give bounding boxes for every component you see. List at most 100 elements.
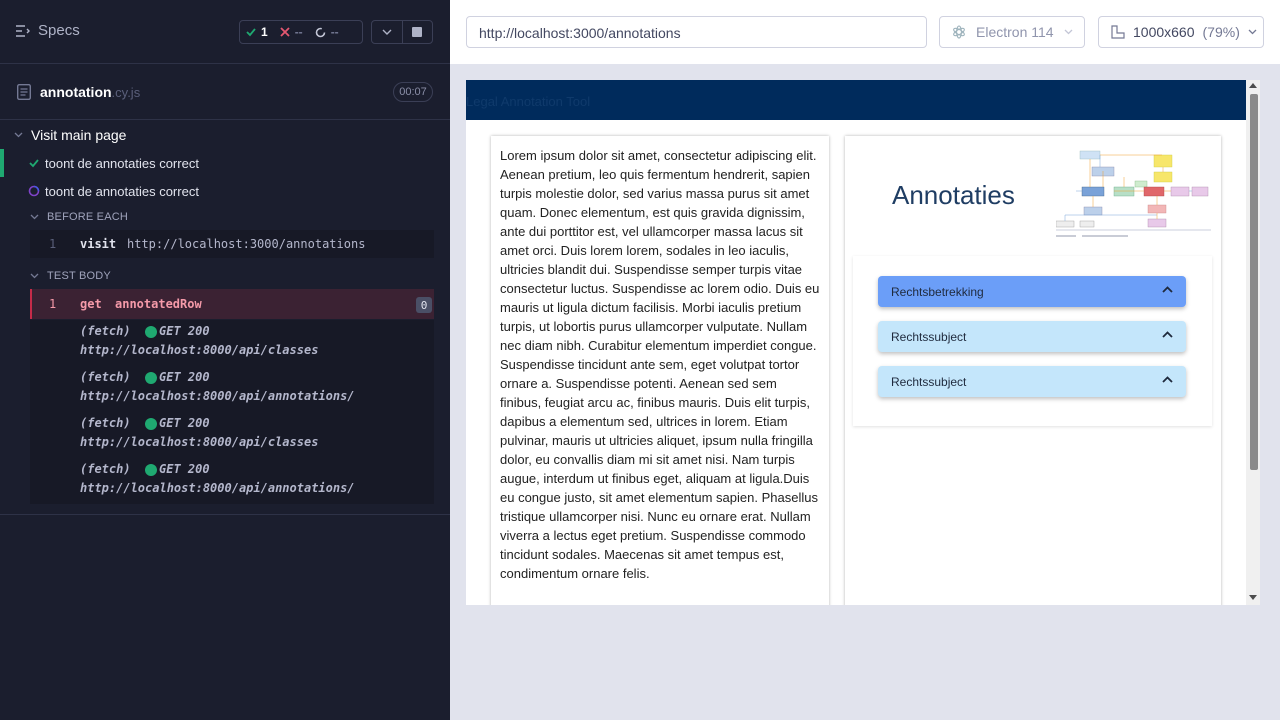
passed-count: 1 — [261, 25, 268, 39]
expand-button[interactable] — [372, 21, 402, 43]
fetch-url: http://localhost:8000/api/annotations/ — [80, 481, 355, 495]
spec-file-row: annotation.cy.js 00:07 — [0, 64, 450, 120]
scrollbar-thumb[interactable] — [1250, 94, 1258, 470]
status-dot-icon — [145, 418, 157, 430]
chevron-down-icon — [1064, 29, 1073, 35]
viewport-size: 1000x660 — [1133, 24, 1195, 40]
fetch-status: GET 200 — [159, 416, 210, 430]
spec-file-name: annotation.cy.js — [40, 84, 140, 100]
chevron-down-icon — [30, 273, 39, 279]
fetch-log-item[interactable]: (fetch) GET 200 http://localhost:8000/ap… — [30, 320, 434, 366]
failed-count: -- — [294, 25, 303, 39]
fetch-url: http://localhost:8000/api/classes — [80, 435, 319, 449]
annotation-row[interactable]: Rechtssubject — [878, 321, 1186, 352]
command-message: annotatedRow — [115, 297, 202, 311]
annotation-list: Rechtsbetrekking Rechtssubject Rechtssub… — [853, 256, 1212, 426]
fetch-status: GET 200 — [159, 370, 210, 384]
fetch-type: (fetch) — [80, 370, 131, 384]
failed-stat: -- — [274, 21, 309, 43]
scroll-down-arrow-icon[interactable] — [1249, 595, 1257, 600]
test-stats: 1 -- -- — [239, 20, 363, 44]
suite-title[interactable]: Visit main page — [14, 127, 126, 143]
annotation-label: Rechtssubject — [891, 374, 967, 389]
reporter-header: Specs 1 -- -- — [0, 0, 450, 64]
document-text[interactable]: Lorem ipsum dolor sit amet, consectetur … — [500, 146, 821, 583]
url-bar[interactable]: http://localhost:3000/annotations — [466, 16, 927, 48]
command-name: get — [80, 297, 102, 311]
test-body-hook[interactable]: TEST BODY — [30, 270, 111, 282]
suite-panel: Visit main page toont de annotaties corr… — [0, 120, 450, 515]
chevron-down-icon — [382, 29, 392, 35]
browser-name: Electron 114 — [976, 24, 1054, 40]
chevron-down-icon — [30, 214, 39, 220]
browser-selector[interactable]: Electron 114 — [939, 16, 1085, 48]
hook-title-text: TEST BODY — [47, 270, 111, 282]
chevron-up-icon[interactable] — [1162, 376, 1173, 383]
specs-label: Specs — [38, 22, 80, 39]
stop-button[interactable] — [401, 21, 432, 43]
annotations-card: Annotaties Rechtsbetrekking Rechtssubjec… — [845, 136, 1221, 605]
scroll-up-arrow-icon[interactable] — [1249, 83, 1257, 88]
cypress-reporter: Specs 1 -- -- annotation.cy.js 00:07 Vis… — [0, 0, 450, 720]
command-visit[interactable]: 1 visit http://localhost:3000/annotation… — [30, 230, 434, 258]
class-diagram-thumbnail — [1056, 150, 1211, 237]
spec-ext-text: .cy.js — [111, 85, 141, 100]
annotation-row[interactable]: Rechtsbetrekking — [878, 276, 1186, 307]
suite-title-text: Visit main page — [31, 127, 127, 143]
before-each-hook[interactable]: BEFORE EACH — [30, 211, 128, 223]
fetch-status: GET 200 — [159, 462, 210, 476]
app-under-test-frame: Legal Annotation Tool Lorem ipsum dolor … — [466, 80, 1260, 605]
command-get[interactable]: 1 get annotatedRow 0 — [30, 289, 434, 319]
test-item-passed[interactable]: toont de annotaties correct — [0, 149, 450, 177]
fetch-type: (fetch) — [80, 416, 131, 430]
fetch-type: (fetch) — [80, 462, 131, 476]
check-icon — [29, 159, 39, 168]
command-number: 1 — [49, 237, 57, 251]
test-title: toont de annotaties correct — [45, 184, 199, 199]
fetch-url: http://localhost:8000/api/annotations/ — [80, 389, 355, 403]
command-name: visit — [80, 237, 117, 251]
command-number: 1 — [49, 297, 57, 311]
viewport-zoom: (79%) — [1202, 24, 1240, 40]
running-spinner-icon — [28, 185, 40, 197]
hook-title-text: BEFORE EACH — [47, 211, 129, 223]
chevron-down-icon — [14, 132, 23, 138]
test-item-running[interactable]: toont de annotaties correct — [0, 177, 450, 205]
viewport-ruler-icon — [1111, 25, 1125, 39]
spec-name-text: annotation — [40, 84, 112, 100]
app-title: Legal Annotation Tool — [466, 94, 591, 109]
electron-icon — [953, 25, 965, 39]
fetch-log-item[interactable]: (fetch) GET 200 http://localhost:8000/ap… — [30, 458, 434, 504]
element-count-badge: 0 — [416, 297, 432, 313]
document-icon — [17, 84, 31, 100]
app-toolbar: Legal Annotation Tool — [466, 80, 1246, 120]
annotations-heading: Annotaties — [892, 180, 1015, 210]
aut-header: http://localhost:3000/annotations Electr… — [450, 0, 1280, 64]
fetch-type: (fetch) — [80, 324, 131, 338]
viewport-selector[interactable]: 1000x660 (79%) — [1098, 16, 1264, 48]
x-icon — [280, 27, 290, 37]
pending-count: -- — [330, 25, 339, 39]
fetch-log-item[interactable]: (fetch) GET 200 http://localhost:8000/ap… — [30, 412, 434, 458]
spec-duration: 00:07 — [393, 82, 433, 102]
chevron-down-icon — [1248, 29, 1257, 35]
specs-list-icon — [16, 24, 30, 37]
annotation-row[interactable]: Rechtssubject — [878, 366, 1186, 397]
chevron-up-icon[interactable] — [1162, 331, 1173, 338]
status-dot-icon — [145, 372, 157, 384]
annotation-label: Rechtsbetrekking — [891, 284, 984, 299]
document-text-card: Lorem ipsum dolor sit amet, consectetur … — [491, 136, 829, 605]
fetch-url: http://localhost:8000/api/classes — [80, 343, 319, 357]
spinner-icon — [315, 27, 325, 37]
status-dot-icon — [145, 464, 157, 476]
fetch-log-item[interactable]: (fetch) GET 200 http://localhost:8000/ap… — [30, 366, 434, 412]
pending-stat: -- — [309, 21, 345, 43]
command-message: http://localhost:3000/annotations — [127, 237, 366, 251]
fetch-status: GET 200 — [159, 324, 210, 338]
test-title: toont de annotaties correct — [45, 156, 199, 171]
check-icon — [246, 28, 256, 37]
stop-icon — [412, 27, 423, 37]
specs-button[interactable]: Specs — [16, 22, 80, 39]
status-dot-icon — [145, 326, 157, 338]
chevron-up-icon[interactable] — [1162, 286, 1173, 293]
